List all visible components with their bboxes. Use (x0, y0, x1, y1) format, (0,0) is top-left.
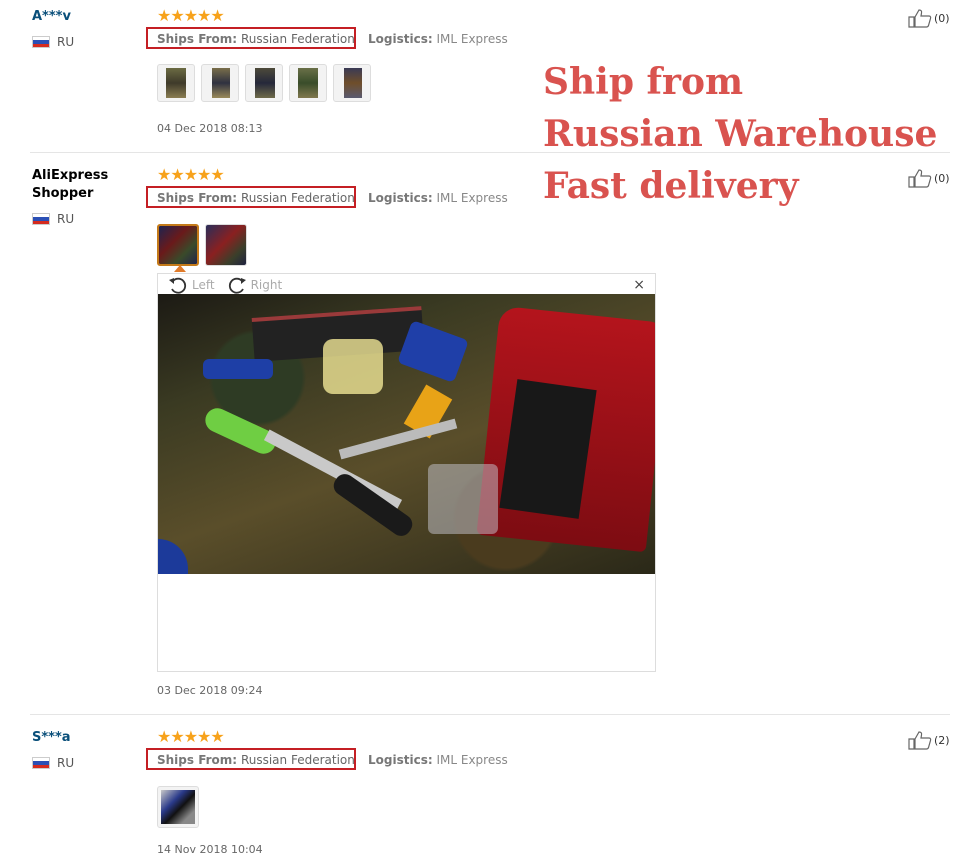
photo-viewer: Left Right × (157, 273, 656, 672)
country-code: RU (57, 212, 75, 226)
helpful-count: (0) (934, 171, 950, 185)
helpful-button[interactable]: (0) (908, 168, 950, 188)
ships-from-value: Russian Federation (240, 753, 355, 767)
divider (30, 152, 950, 153)
logistics: Logistics: IML Express (368, 191, 508, 205)
thumbs-up-icon (908, 9, 932, 28)
photo-thumbnail-selected[interactable] (157, 224, 199, 266)
logistics-value: IML Express (436, 191, 508, 205)
promo-text: Ship from Russian Warehouse Fast deliver… (543, 56, 937, 212)
thumbs-up-icon (908, 169, 932, 188)
review-date: 04 Dec 2018 08:13 (157, 122, 263, 135)
star-rating: ★★★★★ (157, 727, 225, 746)
helpful-count: (2) (934, 733, 950, 747)
photo-thumbnail[interactable] (289, 64, 327, 102)
reviewer-country: RU (32, 756, 74, 770)
logistics-label: Logistics: (368, 32, 433, 46)
reviewer-name[interactable]: S***a (32, 729, 71, 747)
divider (30, 714, 950, 715)
photo-thumbnail[interactable] (157, 786, 199, 828)
russia-flag-icon (32, 36, 50, 48)
ships-from: Ships From: Russian Federation (157, 191, 355, 205)
helpful-button[interactable]: (0) (908, 8, 950, 28)
logistics: Logistics: IML Express (368, 32, 508, 46)
helpful-count: (0) (934, 11, 950, 25)
photo-thumbnail[interactable] (157, 64, 195, 102)
star-rating: ★★★★★ (157, 165, 225, 184)
russia-flag-icon (32, 757, 50, 769)
photo-thumbnail[interactable] (201, 64, 239, 102)
reviewer-country: RU (32, 212, 74, 226)
photo-thumbnail[interactable] (245, 64, 283, 102)
country-code: RU (57, 756, 75, 770)
rotate-right-icon[interactable] (227, 276, 247, 294)
promo-line-1: Ship from (543, 61, 744, 103)
review-date: 14 Nov 2018 10:04 (157, 843, 263, 856)
rotate-left-button[interactable]: Left (192, 278, 215, 292)
review-photos (157, 224, 247, 266)
review-photos (157, 786, 199, 828)
promo-line-3: Fast delivery (543, 165, 799, 207)
ships-from-label: Ships From: (157, 191, 238, 205)
ships-from: Ships From: Russian Federation (157, 32, 355, 46)
review-date: 03 Dec 2018 09:24 (157, 684, 263, 697)
viewer-toolbar: Left Right (168, 276, 282, 294)
viewer-close-button[interactable]: × (633, 277, 645, 293)
reviewer-name[interactable]: A***v (32, 8, 71, 26)
photo-thumbnail[interactable] (333, 64, 371, 102)
helpful-button[interactable]: (2) (908, 730, 950, 750)
logistics-label: Logistics: (368, 191, 433, 205)
logistics-value: IML Express (436, 753, 508, 767)
ships-from-label: Ships From: (157, 753, 238, 767)
review-photos (157, 64, 371, 102)
selected-photo-pointer (174, 265, 186, 272)
reviewer-name[interactable]: AliExpress Shopper (32, 167, 122, 203)
logistics: Logistics: IML Express (368, 753, 508, 767)
rotate-left-icon[interactable] (168, 276, 188, 294)
ships-from-label: Ships From: (157, 32, 238, 46)
review-photo-large[interactable] (158, 294, 655, 574)
rotate-right-button[interactable]: Right (251, 278, 283, 292)
reviewer-country: RU (32, 35, 74, 49)
ships-from: Ships From: Russian Federation (157, 753, 355, 767)
star-rating: ★★★★★ (157, 6, 225, 25)
logistics-value: IML Express (436, 32, 508, 46)
country-code: RU (57, 35, 75, 49)
ships-from-value: Russian Federation (240, 191, 355, 205)
ships-from-value: Russian Federation (240, 32, 355, 46)
thumbs-up-icon (908, 731, 932, 750)
russia-flag-icon (32, 213, 50, 225)
logistics-label: Logistics: (368, 753, 433, 767)
photo-thumbnail[interactable] (205, 224, 247, 266)
